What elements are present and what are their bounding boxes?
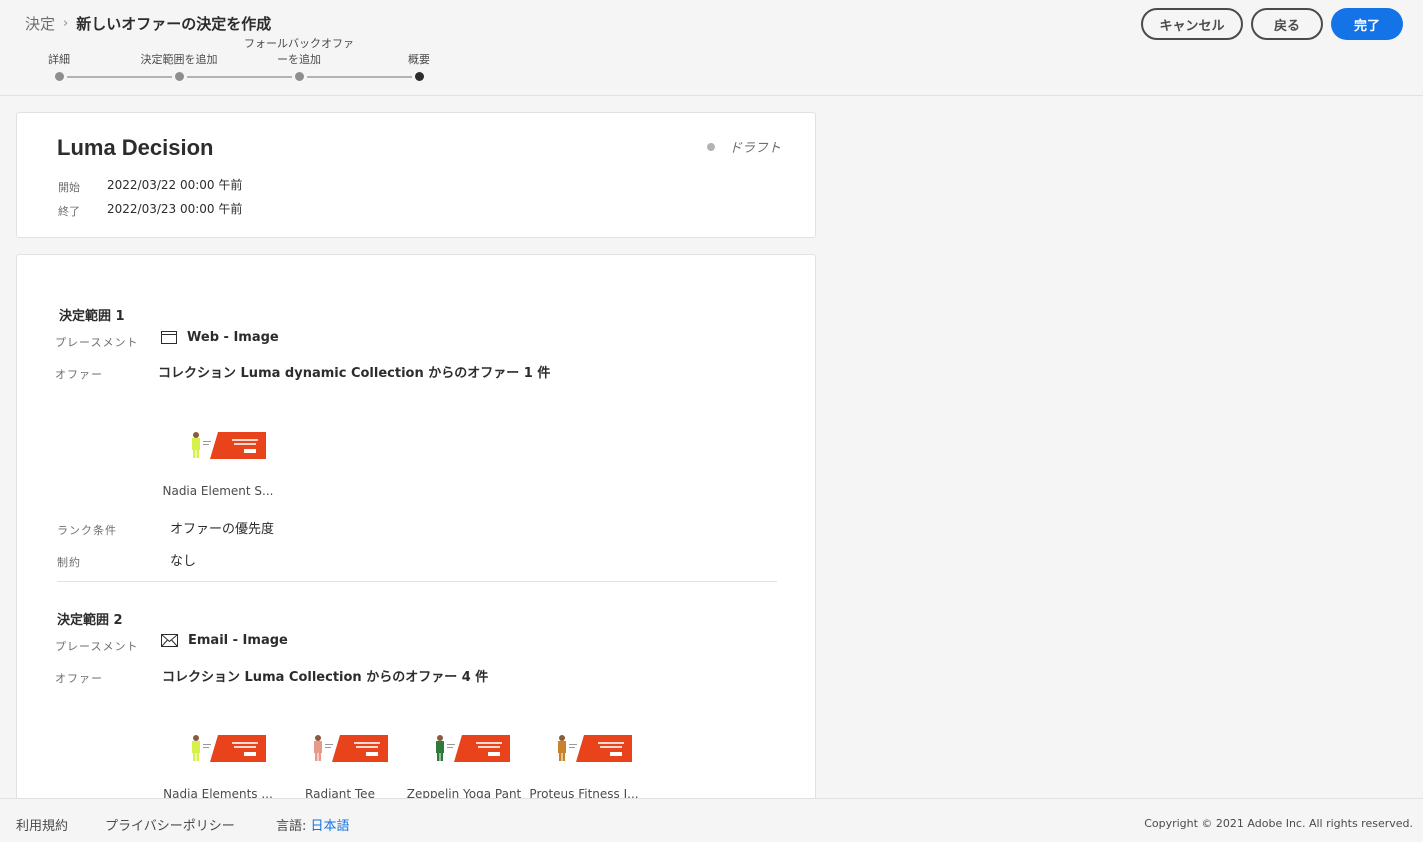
- offer-thumbnail[interactable]: [170, 419, 266, 459]
- offer-banner-image: [536, 722, 632, 762]
- scope-1-title: 決定範囲 1: [59, 309, 125, 324]
- back-button[interactable]: 戻る: [1251, 8, 1323, 40]
- cancel-button[interactable]: キャンセル: [1141, 8, 1243, 40]
- offer-banner-image: [170, 722, 266, 762]
- end-date-label: 終了: [58, 205, 80, 218]
- step-dot-fallback[interactable]: [295, 72, 304, 81]
- decision-scopes-card: 決定範囲 1 プレースメント Web - Image オファー コレクション L…: [16, 254, 816, 814]
- offer-banner-image: [414, 722, 510, 762]
- section-divider: [57, 581, 777, 582]
- step-label-fallback-line2[interactable]: ーを追加: [259, 52, 339, 68]
- offer-thumbnail[interactable]: [536, 722, 632, 762]
- envelope-icon: [161, 634, 178, 647]
- offer-banner-image: [292, 722, 388, 762]
- terms-link[interactable]: 利用規約: [16, 815, 68, 834]
- offer-banner-image: [170, 419, 266, 459]
- offer-thumbnail[interactable]: [170, 722, 266, 762]
- offer-thumbnail[interactable]: [292, 722, 388, 762]
- privacy-link[interactable]: プライバシーポリシー: [105, 815, 235, 834]
- placement-label: プレースメント: [55, 640, 139, 653]
- constraint-label: 制約: [57, 556, 81, 569]
- status-dot-icon: [707, 142, 715, 151]
- status-badge: ドラフト: [707, 137, 781, 156]
- page-title: 新しいオファーの決定を作成: [76, 15, 272, 33]
- rank-value: オファーの優先度: [170, 522, 275, 537]
- step-dot-add-scope[interactable]: [175, 72, 184, 81]
- placement-label: プレースメント: [55, 336, 139, 349]
- start-date-value: 2022/03/22 00:00 午前: [107, 178, 243, 192]
- rank-label: ランク条件: [57, 524, 117, 537]
- breadcrumb-parent-link[interactable]: 決定: [25, 13, 55, 34]
- step-label-add-scope[interactable]: 決定範囲を追加: [129, 52, 229, 68]
- step-connector: [187, 76, 292, 78]
- constraint-value: なし: [170, 554, 197, 569]
- start-date-label: 開始: [58, 181, 80, 194]
- step-connector: [67, 76, 172, 78]
- placement-text: Web - Image: [187, 330, 279, 345]
- browser-window-icon: [161, 331, 177, 344]
- step-dot-summary[interactable]: [415, 72, 424, 81]
- step-dot-details[interactable]: [55, 72, 64, 81]
- offer-summary: コレクション Luma Collection からのオファー 4 件: [162, 670, 489, 685]
- decision-summary-card: Luma Decision ドラフト 開始 2022/03/22 00:00 午…: [16, 112, 816, 238]
- language-label: 言語:: [276, 819, 307, 834]
- offer-name[interactable]: Nadia Element S...: [158, 484, 278, 498]
- status-text: ドラフト: [729, 141, 782, 156]
- language-selector[interactable]: 言語: 日本語: [276, 815, 350, 834]
- language-value[interactable]: 日本語: [311, 819, 350, 834]
- step-label-fallback-line1[interactable]: フォールバックオファ: [234, 36, 364, 52]
- placement-value: Email - Image: [161, 633, 288, 648]
- page-header: 決定 › 新しいオファーの決定を作成 キャンセル 戻る 完了 詳細 決定範囲を追…: [0, 0, 1423, 96]
- breadcrumb: 決定 › 新しいオファーの決定を作成: [25, 13, 271, 34]
- done-button[interactable]: 完了: [1331, 8, 1403, 40]
- step-connector: [307, 76, 412, 78]
- offer-label: オファー: [55, 368, 103, 381]
- placement-text: Email - Image: [188, 633, 288, 648]
- offer-thumbnail[interactable]: [414, 722, 510, 762]
- scope-2-title: 決定範囲 2: [57, 613, 123, 628]
- decision-title: Luma Decision: [57, 135, 214, 160]
- step-label-details[interactable]: 詳細: [39, 52, 79, 68]
- chevron-right-icon: ›: [63, 16, 69, 31]
- step-label-summary[interactable]: 概要: [394, 52, 444, 68]
- copyright-text: Copyright © 2021 Adobe Inc. All rights r…: [1144, 817, 1413, 830]
- page-footer: 利用規約 プライバシーポリシー 言語: 日本語 Copyright © 2021…: [0, 798, 1423, 842]
- offer-label: オファー: [55, 672, 103, 685]
- end-date-value: 2022/03/23 00:00 午前: [107, 202, 243, 216]
- offer-summary: コレクション Luma dynamic Collection からのオファー 1…: [158, 366, 551, 381]
- placement-value: Web - Image: [161, 330, 279, 345]
